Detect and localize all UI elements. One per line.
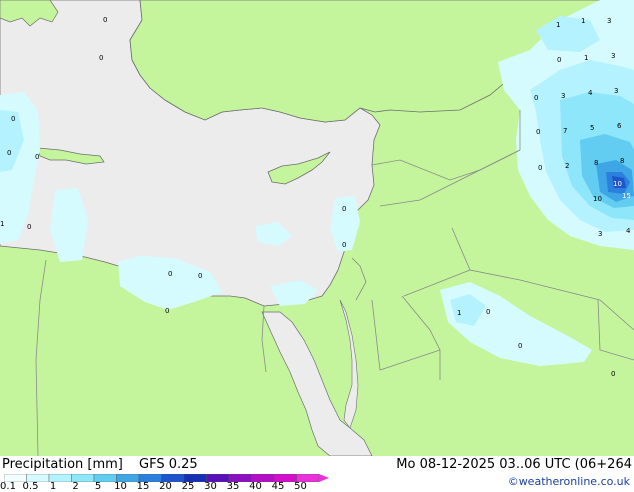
value-label: 1 bbox=[0, 220, 4, 228]
scale-label: 5 bbox=[94, 481, 102, 492]
value-label: 0 bbox=[557, 56, 561, 64]
value-label: 3 bbox=[614, 87, 618, 95]
scale-label: 50 bbox=[294, 481, 307, 492]
value-label: 4 bbox=[588, 89, 593, 97]
value-label: 5 bbox=[590, 124, 594, 132]
scale-label: 15 bbox=[136, 481, 150, 492]
value-label: 0 bbox=[538, 164, 542, 172]
product-label: Precipitation [mm] bbox=[2, 457, 123, 472]
value-label: 0 bbox=[11, 115, 15, 123]
scale-label: 1 bbox=[49, 481, 57, 492]
scale-label: 40 bbox=[249, 481, 262, 492]
scale-label: 45 bbox=[271, 481, 285, 492]
scale-label: 30 bbox=[204, 481, 217, 492]
valid-time: Mo 08-12-2025 03..06 UTC (06+264 bbox=[396, 457, 632, 472]
model-label: GFS 0.25 bbox=[139, 457, 198, 472]
scale-label: 0.1 bbox=[0, 481, 16, 492]
value-label: 1 bbox=[556, 21, 560, 29]
value-label: 0 bbox=[486, 308, 490, 316]
value-label: 0 bbox=[342, 241, 346, 249]
value-label: 0 bbox=[611, 370, 615, 378]
value-label: 10 bbox=[593, 195, 602, 203]
value-label: 2 bbox=[565, 162, 569, 170]
value-label: 0 bbox=[342, 205, 346, 213]
value-label: 10 bbox=[613, 180, 622, 188]
value-label: 3 bbox=[561, 92, 565, 100]
value-label: 3 bbox=[607, 17, 611, 25]
value-label: 0 bbox=[35, 153, 39, 161]
value-label: 15 bbox=[622, 192, 631, 200]
value-label: 0 bbox=[198, 272, 202, 280]
scale-label: 10 bbox=[114, 481, 127, 492]
copyright-credit: ©weatheronline.co.uk bbox=[507, 475, 630, 488]
value-label: 0 bbox=[165, 307, 169, 315]
value-label: 0 bbox=[103, 16, 107, 24]
map-footer: Precipitation [mm] GFS 0.25 Mo 08-12-202… bbox=[0, 456, 634, 492]
value-label: 6 bbox=[617, 122, 622, 130]
scale-label: 20 bbox=[159, 481, 172, 492]
value-label: 1 bbox=[457, 309, 461, 317]
value-label: 3 bbox=[611, 52, 615, 60]
precipitation-map: 0 0 0 0 0 0 1 0 0 0 0 0 1 1 3 0 1 3 0 3 … bbox=[0, 0, 634, 456]
scale-label: 25 bbox=[181, 481, 195, 492]
value-label: 0 bbox=[534, 94, 538, 102]
scale-label: 35 bbox=[226, 481, 240, 492]
value-label: 0 bbox=[27, 223, 31, 231]
weather-map-frame: 0 0 0 0 0 0 1 0 0 0 0 0 1 1 3 0 1 3 0 3 … bbox=[0, 0, 634, 492]
value-label: 0 bbox=[518, 342, 522, 350]
value-label: 8 bbox=[594, 159, 598, 167]
value-label: 3 bbox=[598, 230, 602, 238]
value-label: 0 bbox=[168, 270, 172, 278]
value-label: 4 bbox=[626, 227, 631, 235]
value-label: 1 bbox=[581, 17, 585, 25]
value-label: 7 bbox=[563, 127, 567, 135]
value-label: 0 bbox=[536, 128, 540, 136]
value-label: 1 bbox=[584, 54, 588, 62]
value-label: 0 bbox=[7, 149, 11, 157]
scale-label: 2 bbox=[72, 481, 79, 492]
value-label: 8 bbox=[620, 157, 624, 165]
product-title: Precipitation [mm] GFS 0.25 bbox=[2, 457, 198, 472]
value-label: 0 bbox=[99, 54, 103, 62]
scale-label: 0.5 bbox=[22, 481, 39, 492]
